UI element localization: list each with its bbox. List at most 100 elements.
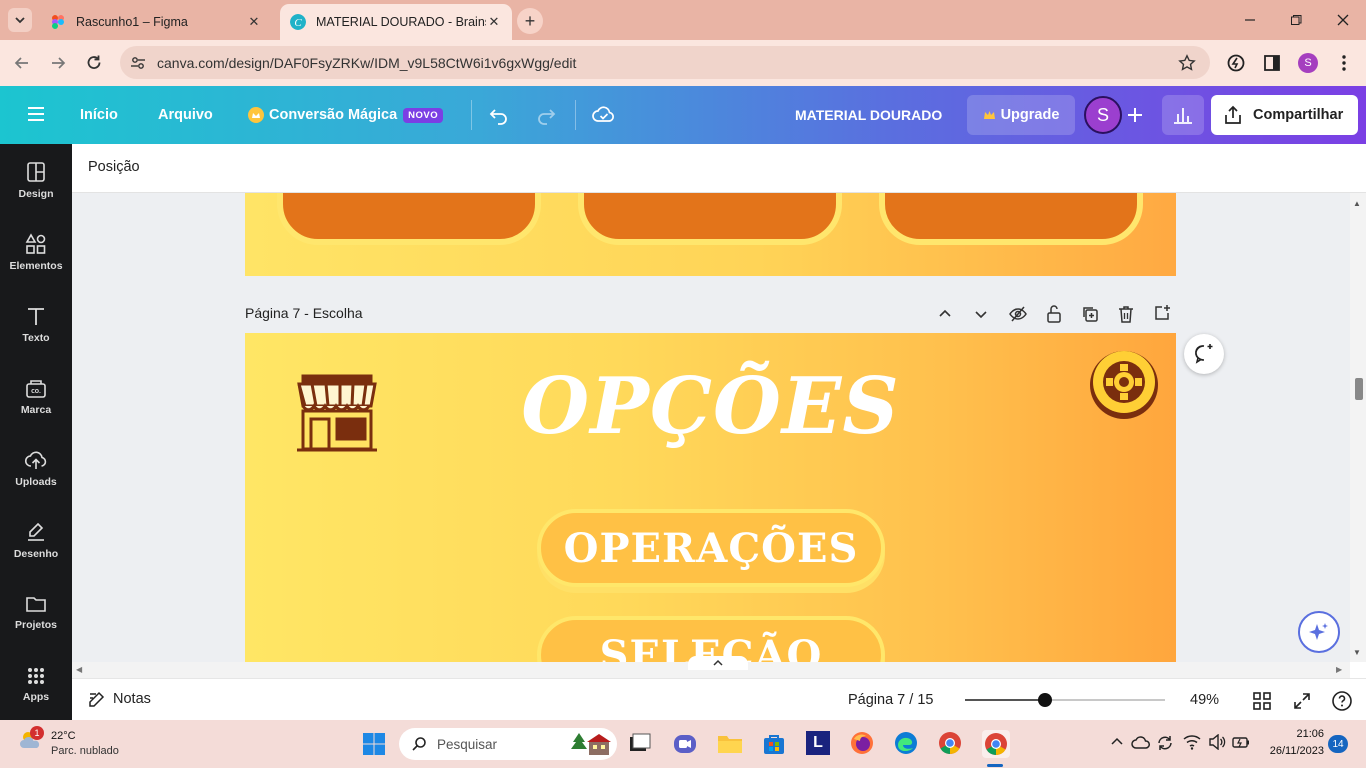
new-tab-button[interactable]: + <box>517 8 543 34</box>
zoom-slider[interactable] <box>965 693 1165 707</box>
upgrade-button[interactable]: Upgrade <box>967 95 1075 135</box>
file-explorer-button[interactable] <box>717 732 743 756</box>
home-link[interactable]: Início <box>80 86 118 144</box>
scroll-up-arrow[interactable]: ▲ <box>1353 199 1361 208</box>
option-operations-button[interactable]: OPERAÇÕES <box>537 509 885 587</box>
add-page-button[interactable] <box>1153 304 1171 322</box>
notification-badge[interactable]: 14 <box>1328 735 1348 753</box>
insights-button[interactable] <box>1162 95 1204 135</box>
duplicate-icon <box>1083 307 1098 322</box>
clock-date[interactable]: 26/11/2023 <box>1262 745 1324 757</box>
url-text[interactable]: canva.com/design/DAF0FsyZRKw/IDM_v9L58Ct… <box>157 55 1178 71</box>
edge-button[interactable] <box>894 731 918 755</box>
fullscreen-button[interactable] <box>1292 691 1312 711</box>
save-status-button[interactable] <box>592 104 616 126</box>
teams-app-button[interactable] <box>673 732 697 756</box>
scroll-down-arrow[interactable]: ▼ <box>1353 648 1361 657</box>
sidebar-item-projects[interactable]: Projetos <box>0 576 72 648</box>
show-hidden-icons-button[interactable] <box>1110 736 1124 746</box>
menu-button[interactable] <box>26 105 46 123</box>
star-icon[interactable] <box>1178 53 1196 72</box>
user-avatar[interactable]: S <box>1084 96 1122 134</box>
undo-button[interactable] <box>488 104 510 126</box>
page-title[interactable]: OPÇÕES <box>245 361 1176 452</box>
help-button[interactable] <box>1331 690 1353 712</box>
position-button[interactable]: Posição <box>88 159 140 175</box>
expand-pages-button[interactable] <box>688 656 748 670</box>
divider <box>575 100 576 130</box>
weather-badge: 1 <box>30 726 44 740</box>
design-page[interactable]: OPÇÕES OPERAÇÕES SELEÇÃO <box>245 333 1176 662</box>
chrome-active-button[interactable] <box>982 730 1010 758</box>
taskbar-search[interactable]: Pesquisar <box>399 728 617 760</box>
sidebar-item-draw[interactable]: Desenho <box>0 504 72 576</box>
tab-search-button[interactable] <box>8 8 32 32</box>
zoom-value[interactable]: 49% <box>1190 692 1219 708</box>
horizontal-scrollbar[interactable]: ◀ ▶ <box>72 656 1350 678</box>
store-app-button[interactable] <box>762 732 786 756</box>
delete-page-button[interactable] <box>1117 304 1135 324</box>
tab-canva[interactable]: C MATERIAL DOURADO - Brainstorm ✕ <box>280 4 512 40</box>
restore-button[interactable] <box>1286 10 1306 30</box>
close-window-button[interactable] <box>1333 10 1353 30</box>
close-icon[interactable]: ✕ <box>486 14 502 30</box>
back-button[interactable] <box>12 53 32 73</box>
volume-tray[interactable] <box>1208 734 1226 750</box>
add-collaborator-button[interactable] <box>1125 105 1145 125</box>
move-page-up-button[interactable] <box>936 305 954 323</box>
grid-view-button[interactable] <box>1252 691 1272 711</box>
sidebar-item-elements[interactable]: Elementos <box>0 216 72 288</box>
scroll-left-arrow[interactable]: ◀ <box>76 665 82 674</box>
file-menu[interactable]: Arquivo <box>158 86 213 144</box>
sidebar-item-design[interactable]: Design <box>0 144 72 216</box>
reload-button[interactable] <box>84 53 104 73</box>
forward-button[interactable] <box>48 53 68 73</box>
firefox-button[interactable] <box>850 731 874 755</box>
gear-icon[interactable] <box>1087 346 1161 424</box>
weather-widget[interactable]: 1 <box>18 726 44 752</box>
profile-avatar[interactable]: S <box>1298 53 1318 73</box>
sidebar-item-uploads[interactable]: Uploads <box>0 432 72 504</box>
close-icon[interactable]: ✕ <box>246 14 262 30</box>
page-label[interactable]: Página 7 - Escolha <box>245 305 363 321</box>
scroll-thumb[interactable] <box>1355 378 1363 400</box>
battery-tray[interactable] <box>1232 734 1250 750</box>
move-page-down-button[interactable] <box>972 305 990 323</box>
sidebar-item-text[interactable]: Texto <box>0 288 72 360</box>
wifi-tray[interactable] <box>1183 734 1201 750</box>
extension-button[interactable] <box>1226 53 1246 73</box>
magic-switch-button[interactable]: Conversão Mágica NOVO <box>248 86 444 144</box>
notes-button[interactable]: Notas <box>88 690 151 708</box>
previous-page-preview[interactable] <box>245 193 1176 276</box>
sidebar-item-brand[interactable]: CO. Marca <box>0 360 72 432</box>
magic-assistant-button[interactable] <box>1298 611 1340 653</box>
omnibox[interactable]: canva.com/design/DAF0FsyZRKw/IDM_v9L58Ct… <box>120 46 1210 79</box>
cloud-sync-tray[interactable] <box>1131 734 1151 752</box>
chrome-profile-button[interactable] <box>938 731 962 755</box>
duplicate-page-button[interactable] <box>1081 305 1099 323</box>
scroll-right-arrow[interactable]: ▶ <box>1336 665 1342 674</box>
task-view-button[interactable] <box>628 732 652 756</box>
sync-tray[interactable] <box>1156 734 1174 752</box>
comment-button[interactable] <box>1184 334 1224 374</box>
minimize-button[interactable] <box>1240 10 1260 30</box>
l-app-button[interactable]: L <box>806 731 830 755</box>
hide-page-button[interactable] <box>1008 305 1028 323</box>
share-button[interactable]: Compartilhar <box>1211 95 1358 135</box>
zoom-slider-thumb[interactable] <box>1038 693 1052 707</box>
vertical-scrollbar[interactable]: ▲ ▼ <box>1350 193 1366 662</box>
site-settings-icon[interactable] <box>130 55 146 71</box>
page-indicator[interactable]: Página 7 / 15 <box>848 692 933 708</box>
clock-time[interactable]: 21:06 <box>1262 728 1324 740</box>
side-panel-button[interactable] <box>1262 53 1282 73</box>
browser-menu-button[interactable] <box>1336 53 1352 73</box>
design-title[interactable]: MATERIAL DOURADO <box>795 86 942 144</box>
lock-page-button[interactable] <box>1045 304 1063 324</box>
magic-switch-label: Conversão Mágica <box>269 107 398 123</box>
start-button[interactable] <box>362 732 386 756</box>
sidebar-item-label: Design <box>18 187 54 200</box>
tab-figma[interactable]: Rascunho1 – Figma ✕ <box>40 4 272 40</box>
cloud-check-icon <box>592 106 614 122</box>
sidebar-item-apps[interactable]: Apps <box>0 648 72 720</box>
redo-button[interactable] <box>535 104 557 126</box>
